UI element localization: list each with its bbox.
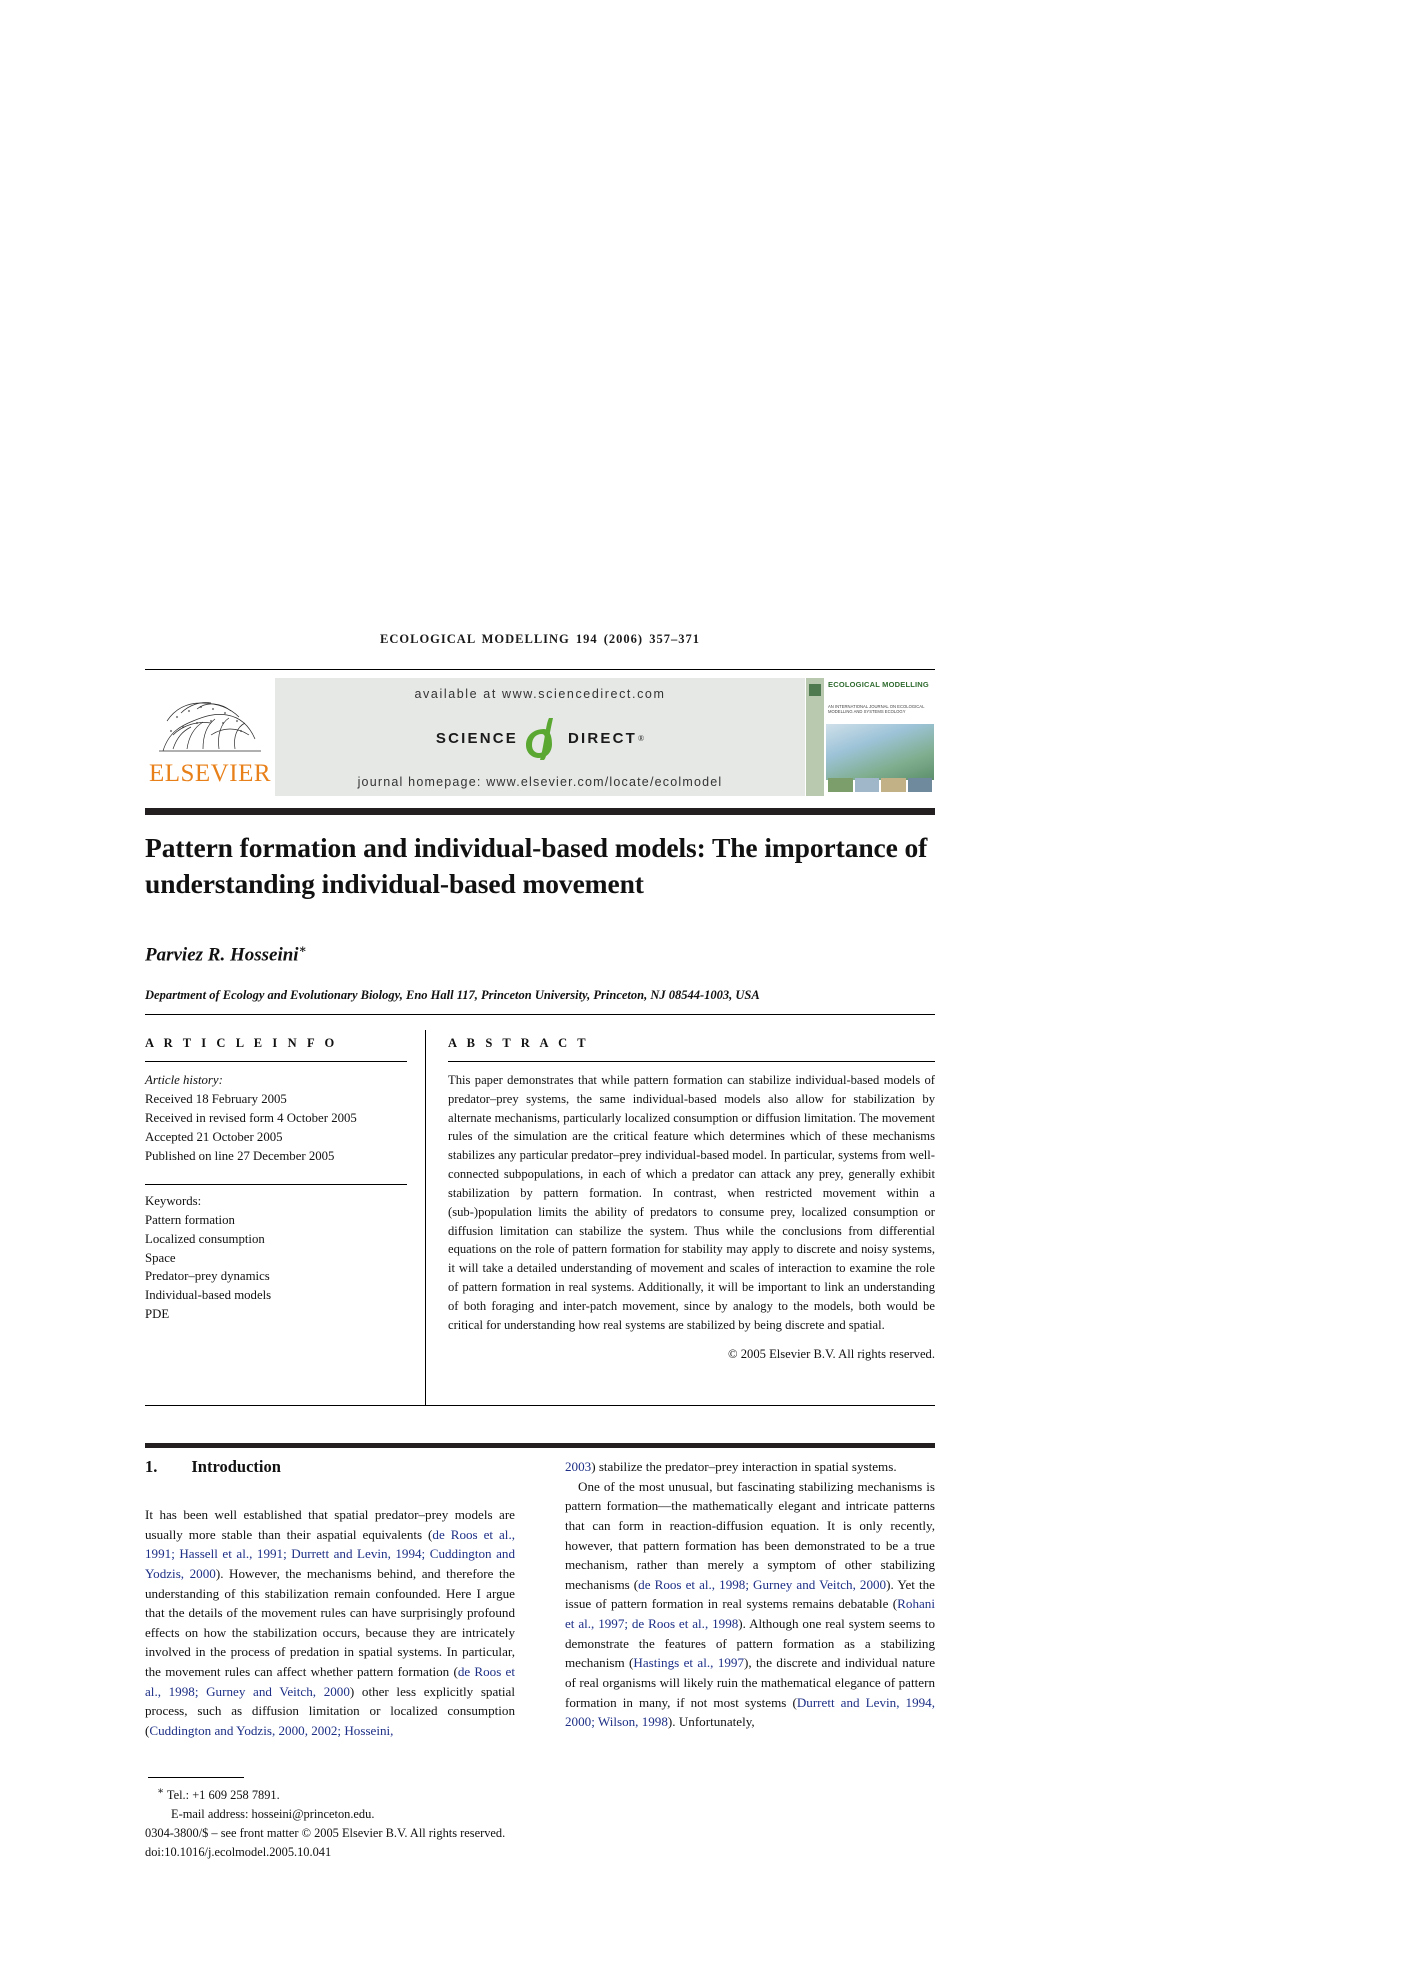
abstract-column: A B S T R A C T This paper demonstrates … bbox=[448, 1036, 935, 1362]
introduction-heading: 1. Introduction bbox=[145, 1457, 515, 1477]
abstract-text: This paper demonstrates that while patte… bbox=[448, 1073, 935, 1332]
banner-center: available at www.sciencedirect.com SCIEN… bbox=[275, 678, 805, 796]
science-word: SCIENCE bbox=[435, 729, 518, 747]
sciencedirect-d-icon bbox=[520, 715, 566, 761]
registered-mark: ® bbox=[638, 733, 645, 743]
footnote-block: ∗ Tel.: +1 609 258 7891. E-mail address:… bbox=[145, 1784, 565, 1862]
cover-subtitle-text: AN INTERNATIONAL JOURNAL ON ECOLOGICAL M… bbox=[828, 704, 925, 715]
intro-p2-text-e: ). Unfortunately, bbox=[667, 1714, 755, 1730]
direct-word: DIRECT bbox=[567, 729, 638, 747]
author-footnote-marker: ∗ bbox=[298, 942, 307, 956]
sciencedirect-logo: SCIENCE DIRECT ® bbox=[436, 715, 644, 761]
keyword-item: Localized consumption bbox=[145, 1231, 265, 1246]
abstract-bottom-rule bbox=[145, 1405, 935, 1406]
article-history-block: Article history: Received 18 February 20… bbox=[145, 1071, 407, 1166]
article-history-item: Accepted 21 October 2005 bbox=[145, 1129, 283, 1144]
citation-link[interactable]: Cuddington and Yodzis, 2000, 2002; Hosse… bbox=[149, 1723, 393, 1738]
keywords-rule bbox=[145, 1183, 407, 1185]
info-abstract-divider bbox=[425, 1030, 426, 1405]
footnote-rule bbox=[148, 1777, 244, 1778]
page-title: Pattern formation and individual-based m… bbox=[145, 832, 928, 899]
footnote-issn: 0304-3800/$ – see front matter © 2005 El… bbox=[145, 1825, 506, 1840]
section-number: 1. bbox=[145, 1457, 158, 1476]
keyword-item: PDE bbox=[145, 1307, 170, 1322]
cover-title-text: ECOLOGICAL MODELLING bbox=[828, 680, 929, 689]
author-name: Parviez R. Hosseini∗ bbox=[145, 942, 935, 966]
journal-homepage-text: journal homepage: www.elsevier.com/locat… bbox=[357, 775, 723, 789]
intro-paragraph-1-cont: 2003) stabilize the predator–prey intera… bbox=[565, 1457, 935, 1477]
article-history-item: Received 18 February 2005 bbox=[145, 1091, 287, 1106]
intro-p1-text-d: ) stabilize the predator–prey interactio… bbox=[591, 1459, 897, 1474]
citation-link[interactable]: Hastings et al., 1997 bbox=[633, 1655, 744, 1670]
footnote-marker: ∗ bbox=[157, 1786, 165, 1797]
cover-strip-badge bbox=[809, 684, 821, 696]
paper-page: ECOLOGICAL MODELLING 194 (2006) 357–371 bbox=[0, 0, 1403, 1985]
author-label: Parviez R. Hosseini bbox=[145, 944, 299, 966]
cover-thumb bbox=[854, 778, 879, 792]
article-history-item: Published on line 27 December 2005 bbox=[145, 1148, 335, 1163]
cover-body: ECOLOGICAL MODELLING AN INTERNATIONAL JO… bbox=[824, 678, 935, 796]
cover-thumb bbox=[828, 778, 853, 792]
intro-paragraph-2: One of the most unusual, but fascinating… bbox=[565, 1477, 935, 1732]
section-title: Introduction bbox=[191, 1457, 281, 1476]
abstract-copyright: © 2005 Elsevier B.V. All rights reserved… bbox=[728, 1347, 935, 1362]
elsevier-tree-icon bbox=[153, 691, 267, 761]
banner-top-rule bbox=[145, 669, 935, 670]
article-info-heading: A R T I C L E I N F O bbox=[145, 1036, 338, 1050]
keywords-block: Keywords: Pattern formation Localized co… bbox=[145, 1192, 407, 1325]
keyword-item: Individual-based models bbox=[145, 1288, 272, 1303]
cover-thumb bbox=[881, 778, 906, 792]
body-left-column: 1. Introduction It has been well establi… bbox=[145, 1457, 515, 1741]
footnote-email-line: E-mail address: hosseini@princeton.edu. bbox=[145, 1805, 565, 1824]
cover-thumb bbox=[907, 778, 932, 792]
citation-link[interactable]: de Roos et al., 1998; Gurney and Veitch,… bbox=[638, 1577, 886, 1592]
body-top-rule bbox=[145, 1443, 935, 1448]
affiliation: Department of Ecology and Evolutionary B… bbox=[145, 988, 760, 1002]
article-history-item: Received in revised form 4 October 2005 bbox=[145, 1110, 357, 1125]
sciencedirect-banner: ELSEVIER available at www.sciencedirect.… bbox=[145, 678, 935, 796]
keywords-label: Keywords: bbox=[145, 1193, 202, 1208]
cover-thumbnail-row bbox=[828, 778, 932, 792]
body-right-column: 2003) stabilize the predator–prey intera… bbox=[565, 1457, 935, 1732]
keyword-item: Pattern formation bbox=[145, 1212, 235, 1227]
available-at-text: available at www.sciencedirect.com bbox=[414, 687, 666, 701]
keyword-item: Predator–prey dynamics bbox=[145, 1269, 270, 1284]
footnote-tel: Tel.: +1 609 258 7891. bbox=[166, 1788, 280, 1803]
citation-link[interactable]: 2003 bbox=[565, 1459, 591, 1474]
footnote-email[interactable]: E-mail address: hosseini@princeton.edu. bbox=[171, 1807, 374, 1821]
intro-p1-text-b: ). However, the mechanisms behind, and t… bbox=[145, 1565, 515, 1680]
article-info-column: A R T I C L E I N F O Article history: R… bbox=[145, 1036, 407, 1324]
abstract-rule bbox=[448, 1061, 935, 1062]
keyword-item: Space bbox=[145, 1250, 176, 1265]
footnote-doi[interactable]: doi:10.1016/j.ecolmodel.2005.10.041 bbox=[145, 1843, 565, 1862]
cover-side-strip bbox=[806, 678, 824, 796]
elsevier-logo: ELSEVIER bbox=[145, 678, 275, 796]
article-info-rule bbox=[145, 1061, 407, 1062]
article-history-label: Article history: bbox=[145, 1073, 223, 1087]
cover-artwork bbox=[826, 724, 934, 780]
elsevier-wordmark: ELSEVIER bbox=[148, 760, 272, 787]
affiliation-rule bbox=[145, 1014, 935, 1015]
abstract-heading: A B S T R A C T bbox=[448, 1036, 590, 1050]
title-top-rule bbox=[145, 808, 935, 815]
intro-p2-text-a: One of the most unusual, but fascinating… bbox=[565, 1478, 935, 1592]
footnote-tel-line: ∗ Tel.: +1 609 258 7891. bbox=[145, 1784, 565, 1805]
intro-paragraph-1: It has been well established that spatia… bbox=[145, 1505, 515, 1741]
journal-cover-thumbnail: ECOLOGICAL MODELLING AN INTERNATIONAL JO… bbox=[805, 678, 935, 796]
running-head: ECOLOGICAL MODELLING 194 (2006) 357–371 bbox=[380, 632, 700, 646]
